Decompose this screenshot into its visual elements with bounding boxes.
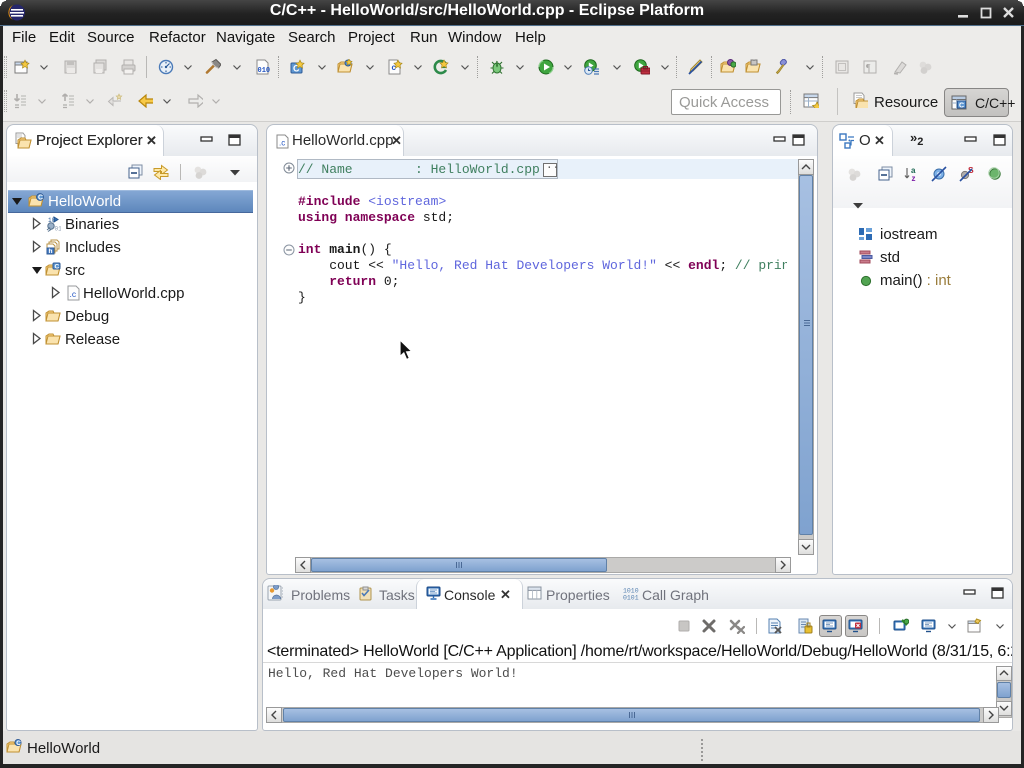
svg-text:01: 01 xyxy=(55,226,62,233)
svg-text:0101: 0101 xyxy=(623,595,639,602)
svg-text:C: C xyxy=(16,740,21,747)
svg-text:C: C xyxy=(55,263,60,270)
svg-text:C: C xyxy=(959,103,964,110)
svg-text:¶: ¶ xyxy=(866,63,871,74)
svg-text:010: 010 xyxy=(258,67,271,75)
svg-text:h: h xyxy=(49,248,53,255)
svg-text:z: z xyxy=(912,174,916,182)
svg-text:.c: .c xyxy=(279,139,285,148)
svg-text:C: C xyxy=(38,195,43,202)
svg-text:.c: .c xyxy=(70,289,77,299)
svg-text:1010: 1010 xyxy=(623,588,639,595)
